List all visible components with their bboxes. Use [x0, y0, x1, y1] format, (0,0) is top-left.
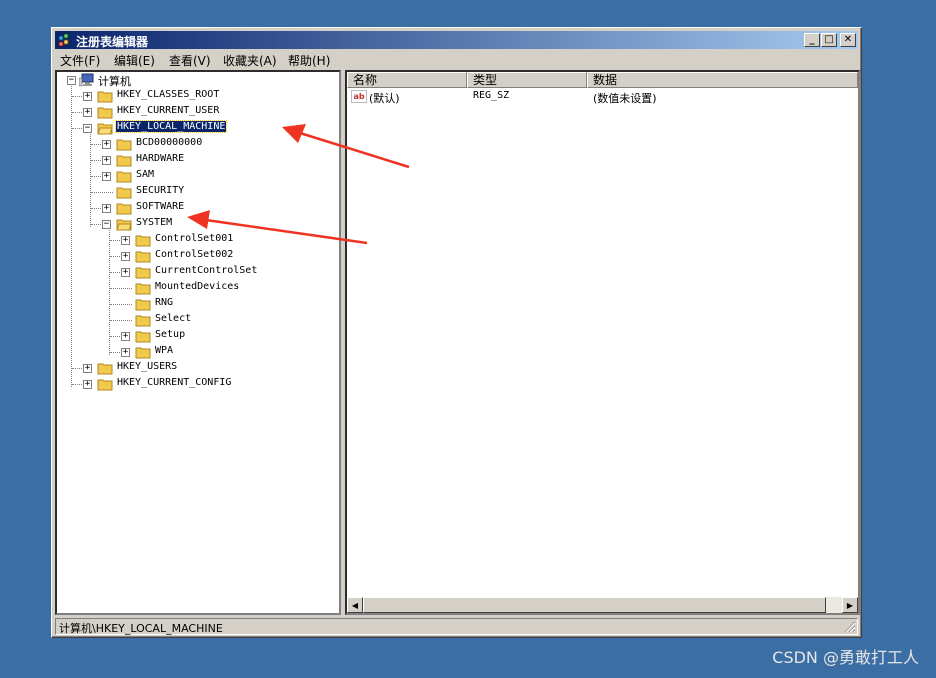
tree-label: RNG [155, 297, 174, 308]
title-bar[interactable]: 注册表编辑器 _ □ ✕ [55, 31, 858, 49]
tree-label: CurrentControlSet [155, 265, 258, 276]
status-path: 计算机\HKEY_LOCAL_MACHINE [59, 622, 223, 635]
folder-icon [116, 203, 132, 215]
tree-label: SYSTEM [136, 217, 173, 228]
menu-view[interactable]: 查看(V) [169, 52, 211, 69]
expand-icon[interactable]: + [83, 92, 92, 101]
expand-icon[interactable]: + [121, 252, 130, 261]
tree-label: Select [155, 313, 192, 324]
expand-icon[interactable]: + [121, 332, 130, 341]
expand-icon[interactable]: + [102, 172, 111, 181]
folder-icon [135, 283, 151, 295]
expand-icon[interactable]: + [102, 140, 111, 149]
tree-label: SOFTWARE [136, 201, 185, 212]
tree-label: MountedDevices [155, 281, 240, 292]
maximize-button[interactable]: □ [821, 33, 837, 47]
menu-bar: 文件(F) 编辑(E) 查看(V) 收藏夹(A) 帮助(H) [55, 50, 858, 69]
collapse-icon[interactable]: − [102, 220, 111, 229]
folder-icon [116, 139, 132, 151]
tree-label: 计算机 [98, 75, 131, 88]
folder-icon [135, 251, 151, 263]
tree-label: HKEY_USERS [117, 361, 178, 372]
tree-label: SAM [136, 169, 155, 180]
scroll-left-icon[interactable]: ◀ [347, 597, 363, 613]
tree-label: HKEY_CLASSES_ROOT [117, 89, 220, 100]
expand-icon[interactable]: + [121, 348, 130, 357]
values-list[interactable]: 名称 类型 数据 ab (默认) REG_SZ (数值未设置) ◀ ▶ [345, 70, 860, 615]
value-name: (默认) [369, 92, 400, 105]
minimize-button[interactable]: _ [804, 33, 820, 47]
open-folder-icon [116, 219, 132, 231]
folder-icon [135, 267, 151, 279]
menu-file[interactable]: 文件(F) [60, 52, 100, 69]
tree-label: ControlSet001 [155, 233, 234, 244]
maximize-icon: □ [824, 34, 834, 45]
computer-icon [79, 73, 94, 87]
tree-label: Setup [155, 329, 186, 340]
regedit-icon [58, 33, 69, 47]
menu-edit[interactable]: 编辑(E) [114, 52, 155, 69]
value-data: (数值未设置) [593, 92, 657, 105]
tree-label: HKEY_CURRENT_CONFIG [117, 377, 232, 388]
folder-icon [116, 171, 132, 183]
status-bar: 计算机\HKEY_LOCAL_MACHINE [55, 618, 858, 635]
folder-icon [116, 187, 132, 199]
minimize-icon: _ [809, 34, 815, 45]
tree-label: ControlSet002 [155, 249, 234, 260]
scroll-right-icon[interactable]: ▶ [842, 597, 858, 613]
expand-icon[interactable]: + [83, 380, 92, 389]
tree-label: HARDWARE [136, 153, 185, 164]
folder-icon [135, 235, 151, 247]
folder-icon [135, 347, 151, 359]
column-header-type[interactable]: 类型 [467, 72, 587, 88]
folder-icon [135, 331, 151, 343]
folder-icon [135, 299, 151, 311]
folder-icon [97, 91, 113, 103]
watermark: CSDN @勇敢打工人 [772, 648, 919, 667]
folder-icon [135, 315, 151, 327]
collapse-icon[interactable]: − [67, 76, 76, 85]
registry-editor-window: 注册表编辑器 _ □ ✕ 文件(F) 编辑(E) 查看(V) 收藏夹(A) 帮助… [51, 27, 862, 638]
close-button[interactable]: ✕ [840, 33, 856, 47]
tree-label: WPA [155, 345, 174, 356]
registry-tree[interactable]: − 计算机 + HKEY_CLASSES_ROOT + HKEY_CURRENT… [55, 70, 341, 615]
folder-icon [116, 155, 132, 167]
collapse-icon[interactable]: − [83, 124, 92, 133]
open-folder-icon [97, 123, 113, 135]
expand-icon[interactable]: + [83, 364, 92, 373]
close-icon: ✕ [843, 34, 853, 45]
folder-icon [97, 363, 113, 375]
menu-favorites[interactable]: 收藏夹(A) [223, 52, 277, 69]
expand-icon[interactable]: + [102, 204, 111, 213]
window-title: 注册表编辑器 [76, 35, 149, 49]
folder-icon [97, 107, 113, 119]
tree-label: BCD00000000 [136, 137, 203, 148]
horizontal-scrollbar[interactable]: ◀ ▶ [347, 597, 858, 613]
tree-label: HKEY_LOCAL_MACHINE [114, 120, 228, 133]
scroll-thumb[interactable] [363, 597, 826, 613]
column-header-name[interactable]: 名称 [347, 72, 467, 88]
folder-icon [97, 379, 113, 391]
value-type: REG_SZ [473, 90, 510, 101]
tree-label: SECURITY [136, 185, 185, 196]
column-header-data[interactable]: 数据 [587, 72, 858, 88]
list-item[interactable]: ab (默认) REG_SZ (数值未设置) [347, 89, 858, 105]
expand-icon[interactable]: + [102, 156, 111, 165]
string-value-icon: ab [351, 90, 367, 103]
expand-icon[interactable]: + [83, 108, 92, 117]
menu-help[interactable]: 帮助(H) [288, 52, 330, 69]
expand-icon[interactable]: + [121, 268, 130, 277]
resize-grip-icon[interactable] [844, 621, 856, 633]
expand-icon[interactable]: + [121, 236, 130, 245]
tree-label: HKEY_CURRENT_USER [117, 105, 220, 116]
